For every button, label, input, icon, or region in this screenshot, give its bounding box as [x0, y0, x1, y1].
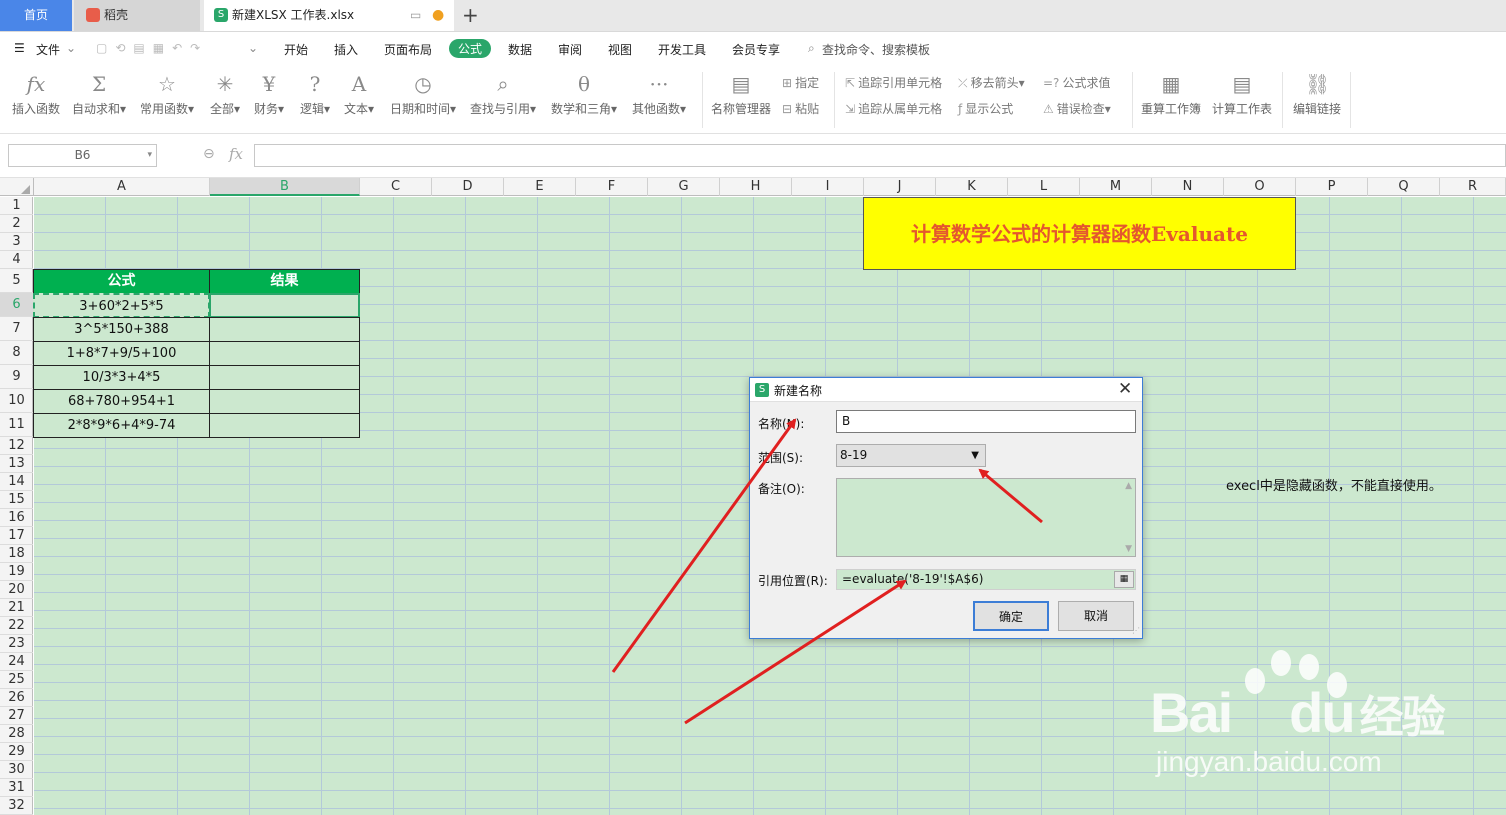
arrow-to-reference: [684, 579, 907, 725]
arrow-to-name-field: [611, 418, 797, 673]
watermark-brand: Bai du 经验: [1150, 680, 1446, 745]
watermark-du: du: [1289, 681, 1355, 744]
watermark-bai: Bai: [1150, 681, 1233, 744]
watermark-url: jingyan.baidu.com: [1156, 746, 1382, 777]
watermark-cn: 经验: [1359, 693, 1446, 742]
arrow-to-scope: [978, 468, 1043, 524]
